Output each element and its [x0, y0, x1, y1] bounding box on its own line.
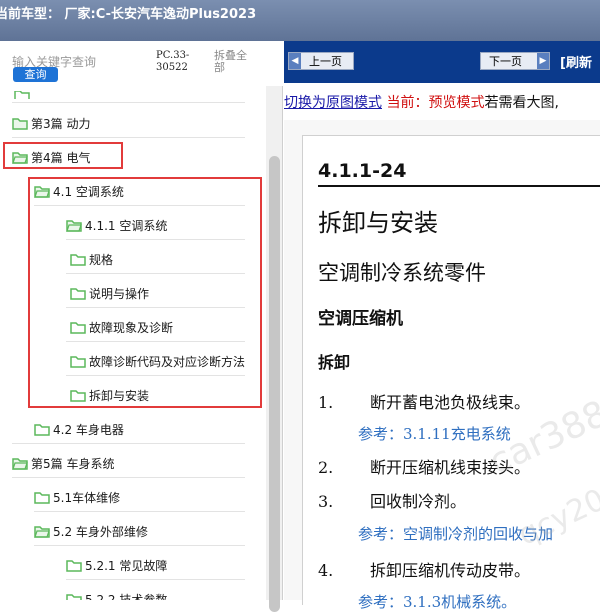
- watermark: car388.com: [483, 355, 600, 484]
- document-page: 4.1.1-24 拆卸与安装 空调制冷系统零件 空调压缩机 拆卸 1. 断开蓄电池…: [302, 135, 600, 611]
- fold-all-button[interactable]: 拆叠全部: [214, 50, 250, 74]
- switch-original-mode-link[interactable]: 切换为原图模式: [284, 95, 382, 111]
- doc-heading-3: 空调压缩机: [318, 309, 403, 329]
- doc-heading-2: 空调制冷系统零件: [318, 261, 486, 285]
- section-rule: [318, 185, 600, 187]
- tree-divider: [34, 545, 245, 546]
- highlight-box-ac-system: [28, 177, 262, 408]
- tree-divider: [12, 102, 245, 103]
- refresh-link[interactable]: [刷新: [560, 52, 592, 71]
- prev-page-label: 上一页: [309, 55, 342, 68]
- folder-open-icon: [12, 457, 28, 470]
- tree-node-label: 5.1车体维修: [53, 490, 121, 505]
- tree-node-label: 第5篇 车身系统: [31, 456, 115, 471]
- step-number: 3.: [318, 492, 334, 511]
- title-bar: 当前车型： 厂家:C-长安汽车逸动Plus2023: [0, 0, 600, 41]
- current-mode-text: 当前：预览模式: [382, 95, 485, 111]
- title-text: 当前车型： 厂家:C-长安汽车逸动Plus2023: [0, 7, 257, 22]
- tree-node-chapter-5[interactable]: 第5篇 车身系统: [12, 452, 114, 474]
- next-page-button[interactable]: 下一页 ▶: [480, 52, 550, 70]
- folder-icon: [14, 91, 30, 99]
- step-text: 回收制冷剂。: [370, 492, 467, 511]
- tree-node-5-2-2[interactable]: 5.2.2 技术参数: [66, 588, 167, 600]
- search-button[interactable]: 查询: [13, 67, 58, 82]
- tree-divider: [34, 511, 245, 512]
- tree-node-label: 第3篇 动力: [31, 116, 91, 131]
- page-nav-bar: ◀ 上一页 下一页 ▶ [刷新: [284, 41, 600, 83]
- step-number: 2.: [318, 458, 334, 477]
- tree-node-label: 5.2 车身外部维修: [53, 524, 148, 539]
- tree-node-partial: [14, 91, 33, 99]
- scrollbar-thumb[interactable]: [269, 156, 280, 612]
- reference-link[interactable]: 参考：3.1.3机械系统。: [358, 591, 516, 612]
- tree-divider: [66, 579, 245, 580]
- search-bar: 输入关键字查询 查询 PC.33-30522 拆叠全部: [0, 41, 283, 86]
- tree-node-5-2[interactable]: 5.2 车身外部维修: [34, 520, 148, 542]
- tree-divider: [12, 137, 245, 138]
- tree-node-label: 5.2.1 常见故障: [85, 558, 168, 573]
- document-viewer[interactable]: 4.1.1-24 拆卸与安装 空调制冷系统零件 空调压缩机 拆卸 1. 断开蓄电池…: [284, 120, 600, 611]
- folder-open-icon: [34, 525, 50, 538]
- tree-divider: [12, 477, 245, 478]
- step-text: 断开蓄电池负极线束。: [370, 393, 531, 412]
- folder-icon: [66, 559, 82, 572]
- step-item: 3. 回收制冷剂。: [318, 488, 466, 512]
- step-item: 1. 断开蓄电池负极线束。: [318, 389, 530, 413]
- pc-code-label: PC.33-30522: [156, 50, 190, 73]
- tree-node-5-2-1[interactable]: 5.2.1 常见故障: [66, 554, 167, 576]
- doc-heading-4: 拆卸: [318, 353, 351, 372]
- document-panel: ◀ 上一页 下一页 ▶ [刷新 切换为原图模式 当前：预览模式若需看大图, 4.…: [284, 41, 600, 611]
- right-arrow-icon: ▶: [537, 53, 549, 69]
- tree-scrollbar[interactable]: [266, 86, 282, 612]
- tree-divider: [12, 443, 245, 444]
- mode-bar: 切换为原图模式 当前：预览模式若需看大图,: [284, 92, 559, 112]
- step-text: 拆卸压缩机传动皮带。: [370, 561, 531, 580]
- next-page-label: 下一页: [489, 55, 522, 68]
- folder-icon: [12, 117, 28, 130]
- reference-link[interactable]: 参考：3.1.11充电系统: [358, 423, 511, 444]
- doc-heading-1: 拆卸与安装: [318, 209, 438, 237]
- folder-icon: [66, 593, 82, 600]
- tree-node-4-2[interactable]: 4.2 车身电器: [34, 418, 124, 440]
- zoom-tip-text: 若需看大图,: [484, 95, 559, 111]
- left-arrow-icon: ◀: [289, 53, 301, 69]
- tree-panel: 输入关键字查询 查询 PC.33-30522 拆叠全部 第3篇 动力 第4篇 电…: [0, 41, 283, 612]
- prev-page-button[interactable]: ◀ 上一页: [288, 52, 354, 70]
- tree-node-chapter-3[interactable]: 第3篇 动力: [12, 112, 90, 134]
- step-number: 4.: [318, 561, 334, 580]
- folder-icon: [34, 491, 50, 504]
- section-code: 4.1.1-24: [318, 160, 407, 182]
- folder-icon: [34, 423, 50, 436]
- highlight-box-chapter-4: [3, 142, 123, 169]
- step-number: 1.: [318, 393, 334, 412]
- tree-node-label: 4.2 车身电器: [53, 422, 124, 437]
- tree-node-5-1[interactable]: 5.1车体维修: [34, 486, 120, 508]
- tree-node-label: 5.2.2 技术参数: [85, 592, 168, 601]
- step-item: 4. 拆卸压缩机传动皮带。: [318, 557, 530, 581]
- watermark: qcy2016: [513, 466, 600, 553]
